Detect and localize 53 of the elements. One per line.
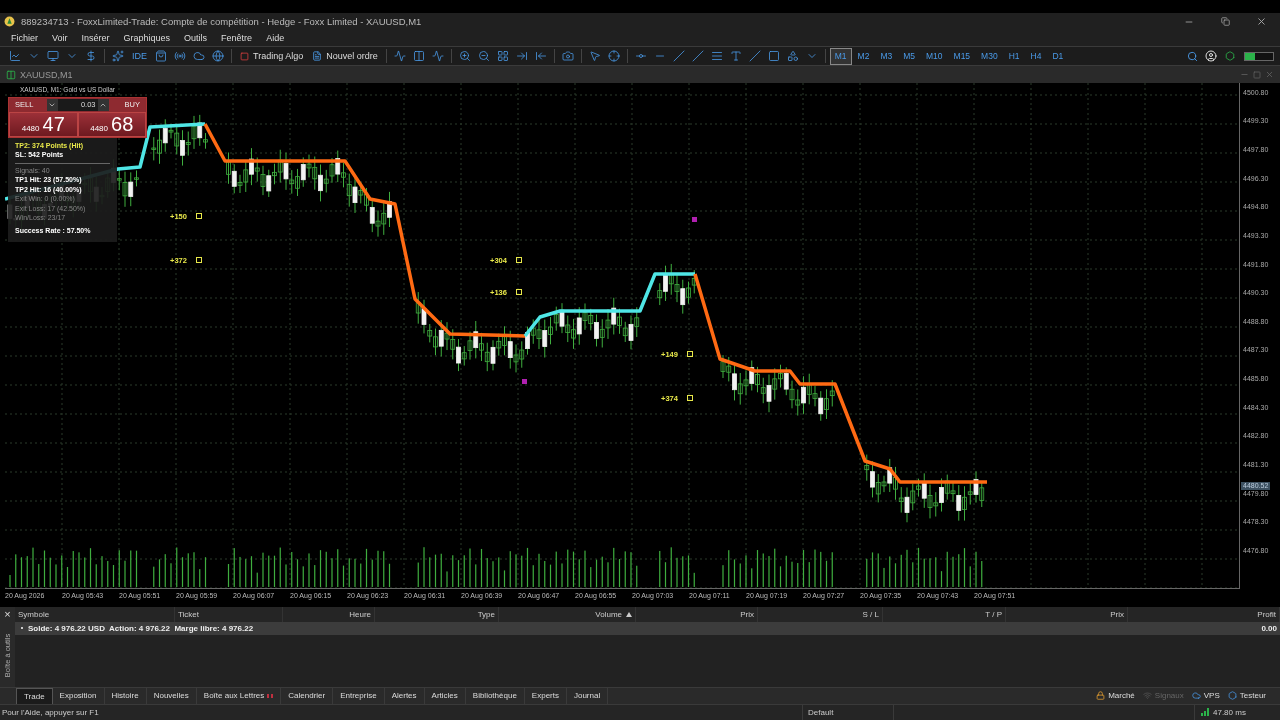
panel-tab[interactable]: Trade xyxy=(16,688,53,704)
menu-item[interactable]: Insérer xyxy=(74,33,117,44)
profit-cell: 0.00 xyxy=(1261,623,1277,633)
timeframe-button[interactable]: M3 xyxy=(875,47,898,65)
profile-name: Default xyxy=(807,708,835,717)
timeframe-button[interactable]: H1 xyxy=(1003,47,1025,65)
panel-tab[interactable]: Articles xyxy=(424,688,466,704)
panel-tab[interactable]: Experts xyxy=(524,688,567,704)
trading-algo-button[interactable]: Trading Algo xyxy=(236,47,308,65)
column-header[interactable]: Type xyxy=(375,606,499,622)
menu-item[interactable]: Voir xyxy=(45,33,75,44)
menu-item[interactable]: Graphiques xyxy=(116,33,178,44)
column-header[interactable]: T / P xyxy=(883,606,1006,622)
column-header[interactable]: Volume xyxy=(499,606,636,622)
panel-tab[interactable]: Alertes xyxy=(384,688,425,704)
column-header[interactable]: S / L xyxy=(758,606,883,622)
timeframe-button[interactable]: H4 xyxy=(1025,47,1047,65)
sell-price-button[interactable]: 4480 47 xyxy=(9,111,78,137)
menu-item[interactable]: Fenêtre xyxy=(214,33,260,44)
new-order-button[interactable]: Nouvel ordre xyxy=(308,47,382,65)
ide-button[interactable]: IDE xyxy=(128,51,151,62)
column-header[interactable]: Ticket xyxy=(175,606,283,622)
panel-tab[interactable]: Nouvelles xyxy=(146,688,197,704)
shortcut-button[interactable]: VPS xyxy=(1191,691,1220,701)
window-title: 889234713 - FoxxLimited-Trade: Compte de compétition - Hedge - Foxx Limited - XAUUSD,M1 xyxy=(21,16,423,28)
menu-item[interactable]: Outils xyxy=(177,33,215,44)
timeframe-button[interactable]: M10 xyxy=(921,47,948,65)
menu-item[interactable]: Fichier xyxy=(4,33,45,44)
panel-tab[interactable]: Calendrier xyxy=(281,688,334,704)
column-header[interactable]: Prix xyxy=(1006,606,1128,622)
column-header[interactable]: Symbole xyxy=(15,606,175,622)
shortcut-button[interactable]: Testeur xyxy=(1227,691,1266,701)
panel-tab[interactable]: Histoire xyxy=(104,688,147,704)
timeframe-button[interactable]: M15 xyxy=(948,47,976,65)
panel-tab[interactable]: Journal xyxy=(566,688,609,704)
timeframe-button[interactable]: M2 xyxy=(852,47,875,65)
close-button[interactable]: × xyxy=(4,606,11,621)
column-header[interactable]: Profit xyxy=(1128,606,1280,622)
menu-item[interactable]: Aide xyxy=(259,33,292,44)
panel-tab[interactable]: Boîte aux Lettres xyxy=(196,688,282,704)
panel-tab[interactable]: Exposition xyxy=(52,688,105,704)
help-text: Pour l'Aide, appuyer sur F1 xyxy=(1,708,100,717)
column-header[interactable]: Prix xyxy=(636,606,758,622)
timeframe-button[interactable]: M5 xyxy=(898,47,920,65)
timeframe-button[interactable]: M1 xyxy=(829,47,852,65)
column-header[interactable]: Heure xyxy=(283,606,375,622)
ping-text: 47.80 ms xyxy=(1212,708,1247,717)
shortcut-button[interactable]: Marché xyxy=(1096,691,1135,701)
panel-tab[interactable]: Entreprise xyxy=(333,688,385,704)
timeframe-button[interactable]: D1 xyxy=(1047,47,1069,65)
panel-tab[interactable]: Bibliothèque xyxy=(465,688,525,704)
timeframe-button[interactable]: M30 xyxy=(976,47,1003,65)
balance-summary: Solde: 4 976.22 USD Action: 4 976.22 Marge libre: 4 976.22 xyxy=(28,623,255,633)
